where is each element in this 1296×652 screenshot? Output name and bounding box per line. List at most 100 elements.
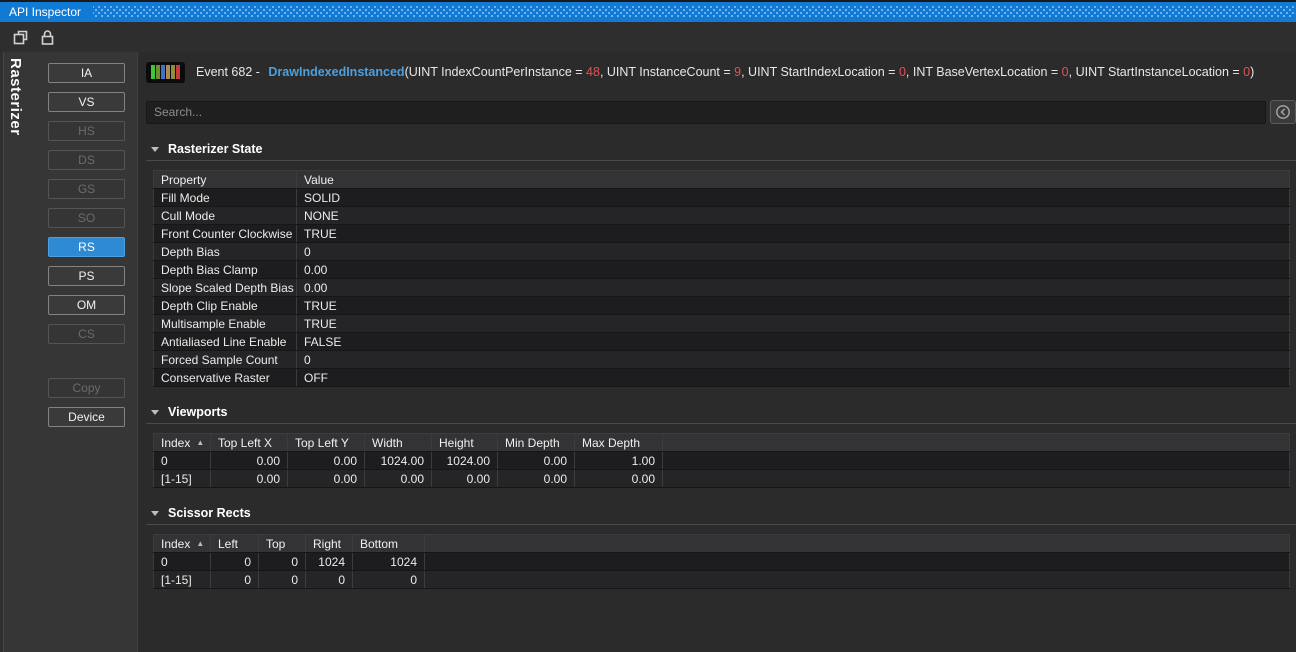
collapse-triangle-icon[interactable]	[151, 410, 159, 415]
section-title: Rasterizer State	[168, 142, 263, 156]
table-row[interactable]: Depth Bias0	[154, 243, 1290, 261]
pipeline-stage-sidebar: Rasterizer IAVSHSDSGSSORSPSOMCSCopyDevic…	[0, 52, 137, 652]
table-row[interactable]: 00010241024	[154, 553, 1290, 571]
sort-ascending-icon: ▲	[196, 539, 204, 548]
event-param-value: 0	[1062, 65, 1069, 79]
column-header-height[interactable]: Height	[432, 434, 498, 452]
table-row[interactable]: Front Counter ClockwiseTRUE	[154, 225, 1290, 243]
column-header-top[interactable]: Top	[259, 535, 306, 553]
table-cell: 0.00	[498, 452, 575, 470]
table-cell: 0.00	[498, 470, 575, 488]
table-row[interactable]: Multisample EnableTRUE	[154, 315, 1290, 333]
table-cell: TRUE	[297, 315, 1290, 333]
section-divider	[146, 524, 1296, 525]
event-text-segment: )	[1250, 65, 1254, 79]
copy-button: Copy	[48, 378, 125, 398]
table-row[interactable]: 00.000.001024.001024.000.001.00	[154, 452, 1290, 470]
column-header-top-left-y[interactable]: Top Left Y	[288, 434, 365, 452]
table-row[interactable]: Slope Scaled Depth Bias0.00	[154, 279, 1290, 297]
column-header-width[interactable]: Width	[365, 434, 432, 452]
column-header-max-depth[interactable]: Max Depth	[575, 434, 663, 452]
table-cell: NONE	[297, 207, 1290, 225]
section-header-viewports[interactable]: Viewports	[151, 404, 1296, 420]
table-row[interactable]: Depth Clip EnableTRUE	[154, 297, 1290, 315]
column-label: Left	[218, 537, 238, 551]
flow-bar	[156, 65, 160, 79]
column-label: Value	[304, 173, 334, 187]
flow-bar	[166, 65, 170, 79]
stage-button-om[interactable]: OM	[48, 295, 125, 315]
device-button[interactable]: Device	[48, 407, 125, 427]
table-cell: Fill Mode	[154, 189, 297, 207]
section-title: Scissor Rects	[168, 506, 251, 520]
titlebar-grip-pattern	[93, 6, 1294, 18]
stage-button-rs[interactable]: RS	[48, 237, 125, 257]
table-cell: TRUE	[297, 297, 1290, 315]
table-cell: 1024	[306, 553, 353, 571]
table-row[interactable]: [1-15]0000	[154, 571, 1290, 589]
table-row[interactable]: Depth Bias Clamp0.00	[154, 261, 1290, 279]
column-header-left[interactable]: Left	[211, 535, 259, 553]
float-panel-icon[interactable]	[10, 27, 30, 47]
table-cell: 1024.00	[365, 452, 432, 470]
table-row[interactable]: Forced Sample Count0	[154, 351, 1290, 369]
column-header-min-depth[interactable]: Min Depth	[498, 434, 575, 452]
column-label: Index	[161, 537, 190, 551]
stage-button-list: IAVSHSDSGSSORSPSOMCSCopyDevice	[48, 63, 125, 436]
column-header-index[interactable]: Index ▲	[154, 535, 211, 553]
search-prev-button[interactable]	[1270, 100, 1296, 124]
panel-titlebar[interactable]: API Inspector	[0, 0, 1296, 22]
table-cell: 0	[259, 571, 306, 589]
panel-body: Rasterizer IAVSHSDSGSSORSPSOMCSCopyDevic…	[0, 52, 1296, 652]
event-function-name: DrawIndexedInstanced	[268, 65, 404, 79]
stage-panel-label: Rasterizer	[7, 58, 24, 136]
table-cell: Depth Bias	[154, 243, 297, 261]
sort-ascending-icon: ▲	[196, 438, 204, 447]
column-header-property[interactable]: Property	[154, 171, 297, 189]
table-row[interactable]: Conservative RasterOFF	[154, 369, 1290, 387]
table-cell: FALSE	[297, 333, 1290, 351]
collapse-triangle-icon[interactable]	[151, 511, 159, 516]
column-header-value[interactable]: Value	[297, 171, 1290, 189]
collapse-triangle-icon[interactable]	[151, 147, 159, 152]
stage-button-ps[interactable]: PS	[48, 266, 125, 286]
stage-button-so: SO	[48, 208, 125, 228]
table-cell: Forced Sample Count	[154, 351, 297, 369]
table-cell: 0	[154, 553, 211, 571]
column-header-bottom[interactable]: Bottom	[353, 535, 425, 553]
table-row[interactable]: Antialiased Line EnableFALSE	[154, 333, 1290, 351]
splitter-handle[interactable]	[0, 52, 4, 652]
stage-button-ia[interactable]: IA	[48, 63, 125, 83]
column-label: Top Left Y	[295, 436, 349, 450]
table-cell: 0	[306, 571, 353, 589]
table-row[interactable]: Cull ModeNONE	[154, 207, 1290, 225]
table-cell: Slope Scaled Depth Bias	[154, 279, 297, 297]
rasterizer-state-table: Property Value Fill ModeSOLIDCull ModeNONE…	[153, 170, 1290, 387]
section-header-scissor-rects[interactable]: Scissor Rects	[151, 505, 1296, 521]
stage-button-gs: GS	[48, 179, 125, 199]
table-cell-filler	[425, 571, 1290, 589]
lock-icon[interactable]	[37, 27, 57, 47]
column-header-index[interactable]: Index▲	[154, 434, 211, 452]
event-text-segment: (UINT IndexCountPerInstance =	[405, 65, 586, 79]
table-cell: 0.00	[288, 470, 365, 488]
table-cell: 0.00	[575, 470, 663, 488]
table-cell: 0	[259, 553, 306, 571]
table-cell: 0.00	[288, 452, 365, 470]
table-cell: Antialiased Line Enable	[154, 333, 297, 351]
event-text-segment: , UINT StartInstanceLocation =	[1069, 65, 1244, 79]
column-header-top-left-x[interactable]: Top Left X	[211, 434, 288, 452]
stage-button-vs[interactable]: VS	[48, 92, 125, 112]
search-input[interactable]	[146, 101, 1266, 124]
column-label: Property	[161, 173, 206, 187]
table-cell: 1.00	[575, 452, 663, 470]
column-label: Top	[266, 537, 285, 551]
table-row[interactable]: Fill ModeSOLID	[154, 189, 1290, 207]
column-header-right[interactable]: Right	[306, 535, 353, 553]
section-header-rasterizer-state[interactable]: Rasterizer State	[151, 141, 1296, 157]
stage-button-ds: DS	[48, 150, 125, 170]
column-label: Min Depth	[505, 436, 560, 450]
table-row[interactable]: [1-15]0.000.000.000.000.000.00	[154, 470, 1290, 488]
table-cell: [1-15]	[154, 571, 211, 589]
table-cell: 0.00	[211, 452, 288, 470]
